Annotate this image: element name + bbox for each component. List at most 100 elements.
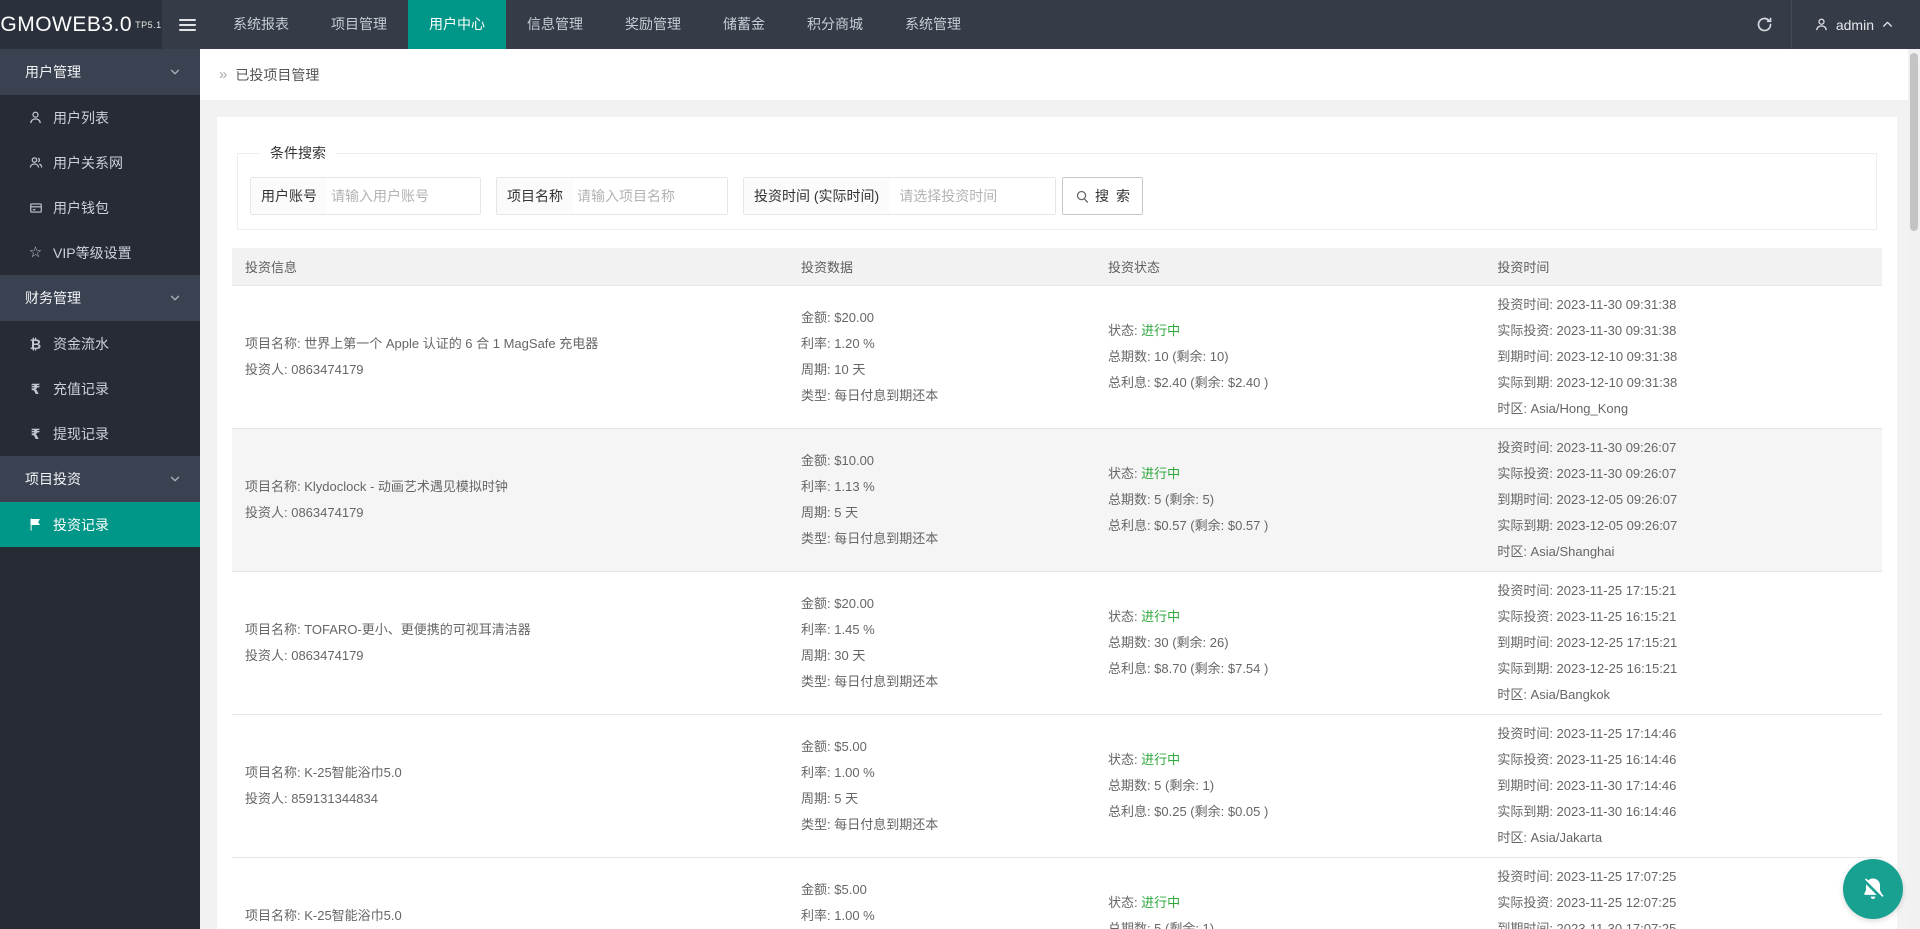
- sidebar-group-header[interactable]: 项目投资: [0, 456, 200, 502]
- invest-data-cell: 金额: $5.00 利率: 1.00 % 周期: 5 天 类型: 每日付息到期还…: [788, 734, 1095, 838]
- user-account-group: 用户账号: [250, 177, 481, 215]
- project-name: 项目名称: 世界上第一个 Apple 认证的 6 合 1 MagSafe 充电器: [245, 336, 599, 351]
- invest-time-group: 投资时间 (实际时间): [743, 177, 1056, 215]
- app-logo-text: GMOWEB3.0: [0, 12, 133, 36]
- project-name: 项目名称: K-25智能浴巾5.0: [245, 908, 402, 923]
- user-account-input[interactable]: [327, 178, 480, 214]
- total-periods: 总期数: 10 (剩余: 10): [1107, 349, 1229, 364]
- sidebar: 用户管理用户列表用户关系网用户钱包 ☆ VIP等级设置财务管理 ₿ 资金流水 ₹ 充值记录 ₹…: [0, 49, 200, 929]
- mute-notifications-button[interactable]: [1843, 859, 1903, 919]
- table-row[interactable]: 项目名称: TOFARO-更小、更便携的可视耳清洁器 投资人: 08634741…: [232, 572, 1882, 715]
- sidebar-item[interactable]: 用户钱包: [0, 185, 200, 230]
- username: admin: [1835, 16, 1874, 33]
- sidebar-group-label: 财务管理: [25, 290, 81, 306]
- amount: 金额: $20.00: [801, 596, 875, 611]
- nav-item-4[interactable]: 奖励管理: [604, 0, 702, 49]
- invest-time-input[interactable]: [889, 178, 1055, 214]
- nav-item-1[interactable]: 项目管理: [310, 0, 408, 49]
- search-button-label: 搜索: [1095, 188, 1137, 204]
- invest-status-cell: 状态: 进行中 总期数: 5 (剩余: 1) 总利息: $0.25 (剩余: $…: [1095, 747, 1484, 825]
- sidebar-item-label: 投资记录: [53, 516, 109, 533]
- content-panel: 条件搜索 用户账号 项目名称 投资时间 (实际时间): [217, 117, 1897, 929]
- investor: 投资人: 0863474179: [245, 362, 364, 377]
- due-time: 到期时间: 2023-12-05 09:26:07: [1497, 492, 1678, 507]
- sidebar-item[interactable]: 投资记录: [0, 502, 200, 547]
- rate: 利率: 1.00 %: [801, 765, 875, 780]
- rate: 利率: 1.45 %: [801, 622, 875, 637]
- vertical-scrollbar[interactable]: [1908, 49, 1920, 929]
- user-account-label: 用户账号: [251, 178, 327, 214]
- table-row[interactable]: 项目名称: Klydoclock - 动画艺术遇见模拟时钟 投资人: 08634…: [232, 429, 1882, 572]
- amount: 金额: $20.00: [801, 310, 875, 325]
- actual-invest-time: 实际投资: 2023-11-25 16:15:21: [1497, 609, 1677, 624]
- actual-invest-time: 实际投资: 2023-11-25 16:14:46: [1497, 752, 1677, 767]
- scrollbar-thumb[interactable]: [1910, 53, 1918, 231]
- due-time: 到期时间: 2023-11-30 17:14:46: [1497, 778, 1677, 793]
- nav-item-2[interactable]: 用户中心: [408, 0, 506, 49]
- chevron-down-icon: [168, 472, 182, 486]
- sidebar-item-label: 资金流水: [53, 335, 109, 352]
- status-label: 状态:: [1107, 466, 1142, 481]
- sidebar-group-header[interactable]: 用户管理: [0, 49, 200, 95]
- sidebar-item[interactable]: 用户列表: [0, 95, 200, 140]
- refresh-button[interactable]: [1739, 0, 1791, 49]
- page-title: 已投项目管理: [235, 66, 320, 83]
- total-interest: 总利息: $8.70 (剩余: $7.54 ): [1107, 661, 1269, 676]
- sidebar-item[interactable]: ☆ VIP等级设置: [0, 230, 200, 275]
- chevron-down-icon: [168, 65, 182, 79]
- wallet-icon: [27, 201, 44, 215]
- table-row[interactable]: 项目名称: K-25智能浴巾5.0 投资人: 859131344834 金额: …: [232, 715, 1882, 858]
- invest-data-cell: 金额: $5.00 利率: 1.00 % 周期: 5 天 类型: 每日付息到期还…: [788, 877, 1095, 929]
- invest-info-cell: 项目名称: 世界上第一个 Apple 认证的 6 合 1 MagSafe 充电器…: [232, 331, 788, 383]
- rate: 利率: 1.00 %: [801, 908, 875, 923]
- sidebar-item[interactable]: ₿ 资金流水: [0, 321, 200, 366]
- nav-item-7[interactable]: 系统管理: [884, 0, 982, 49]
- project-name-input[interactable]: [573, 178, 727, 214]
- sidebar-group-header[interactable]: 财务管理: [0, 275, 200, 321]
- sidebar-item-label: 用户列表: [53, 109, 109, 126]
- table-header-row: 投资信息 投资数据 投资状态 投资时间: [232, 248, 1882, 286]
- status-badge: 进行中: [1141, 609, 1181, 624]
- status-badge: 进行中: [1141, 752, 1181, 767]
- invest-time: 投资时间: 2023-11-25 17:14:46: [1497, 726, 1677, 741]
- sidebar-item-label: 用户钱包: [53, 199, 109, 216]
- nav-item-3[interactable]: 信息管理: [506, 0, 604, 49]
- search-button[interactable]: 搜索: [1062, 177, 1143, 215]
- nav-item-5[interactable]: 储蓄金: [702, 0, 786, 49]
- user-menu[interactable]: admin: [1792, 0, 1920, 49]
- period: 周期: 10 天: [801, 362, 866, 377]
- total-periods: 总期数: 5 (剩余: 1): [1107, 778, 1215, 793]
- search-icon: [1076, 190, 1089, 203]
- timezone: 时区: Asia/Hong_Kong: [1497, 401, 1629, 416]
- bitcoin-icon: ₿: [29, 335, 42, 352]
- amount: 金额: $5.00: [801, 882, 867, 897]
- nav-item-0[interactable]: 系统报表: [212, 0, 310, 49]
- sidebar-group-label: 项目投资: [25, 471, 81, 487]
- status-badge: 进行中: [1141, 323, 1181, 338]
- timezone: 时区: Asia/Jakarta: [1497, 830, 1603, 845]
- col-header-invest-data: 投资数据: [801, 260, 854, 275]
- sidebar-item[interactable]: 用户关系网: [0, 140, 200, 185]
- status-label: 状态:: [1107, 609, 1142, 624]
- top-nav-menu: 系统报表 项目管理 用户中心 信息管理 奖励管理 储蓄金 积分商城 系统管理: [212, 0, 982, 49]
- period: 周期: 5 天: [801, 791, 859, 806]
- sidebar-item[interactable]: ₹ 充值记录: [0, 366, 200, 411]
- payout-type: 类型: 每日付息到期还本: [801, 817, 939, 832]
- invest-data-cell: 金额: $20.00 利率: 1.45 % 周期: 30 天 类型: 每日付息到…: [788, 591, 1095, 695]
- sidebar-toggle-button[interactable]: [162, 0, 212, 49]
- search-fieldset: 条件搜索 用户账号 项目名称 投资时间 (实际时间): [237, 143, 1877, 230]
- refresh-icon: [1758, 17, 1772, 32]
- table-row[interactable]: 项目名称: K-25智能浴巾5.0 投资人: 5448023185 金额: $5…: [232, 858, 1882, 929]
- due-time: 到期时间: 2023-12-25 17:15:21: [1497, 635, 1678, 650]
- nav-item-6[interactable]: 积分商城: [786, 0, 884, 49]
- sidebar-item[interactable]: ₹ 提现记录: [0, 411, 200, 456]
- bell-slash-icon: [1863, 878, 1884, 899]
- project-name-label: 项目名称: [497, 178, 573, 214]
- table-row[interactable]: 项目名称: 世界上第一个 Apple 认证的 6 合 1 MagSafe 充电器…: [232, 286, 1882, 429]
- chevron-up-icon: [1883, 21, 1892, 27]
- total-periods: 总期数: 30 (剩余: 26): [1107, 635, 1229, 650]
- payout-type: 类型: 每日付息到期还本: [801, 388, 939, 403]
- period: 周期: 5 天: [801, 505, 859, 520]
- sidebar-item-label: 用户关系网: [53, 154, 123, 171]
- user-icon: [27, 110, 44, 125]
